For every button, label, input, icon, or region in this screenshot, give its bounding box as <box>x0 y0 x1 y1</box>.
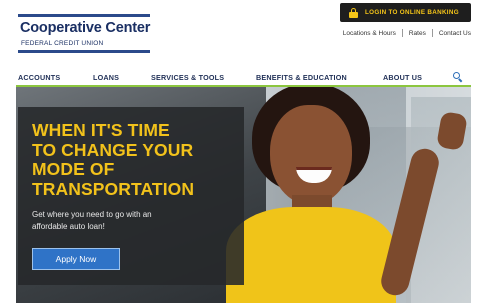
brand-name: Cooperative Center <box>20 20 151 36</box>
logo-bottom-bar <box>18 50 150 53</box>
divider <box>431 29 433 37</box>
nav-loans[interactable]: LOANS <box>93 73 119 82</box>
promo-panel: WHEN IT'S TIME TO CHANGE YOUR MODE OF TR… <box>18 107 244 285</box>
divider <box>401 29 403 37</box>
brand-subtitle: FEDERAL CREDIT UNION <box>21 40 104 47</box>
nav-accounts[interactable]: ACCOUNTS <box>18 73 60 82</box>
link-locations-hours[interactable]: Locations & Hours <box>343 30 396 37</box>
main-nav: ACCOUNTS LOANS SERVICES & TOOLS BENEFITS… <box>0 66 477 86</box>
apply-now-button[interactable]: Apply Now <box>32 248 120 270</box>
link-rates[interactable]: Rates <box>409 30 426 37</box>
login-label: LOGIN TO ONLINE BANKING <box>365 9 459 16</box>
logo-top-bar <box>18 14 150 17</box>
lock-icon <box>349 7 358 18</box>
hero-subtext: Get where you need to go with an afforda… <box>32 210 152 231</box>
nav-services-tools[interactable]: SERVICES & TOOLS <box>151 73 224 82</box>
utility-links: Locations & Hours Rates Contact Us <box>343 29 471 37</box>
nav-about-us[interactable]: ABOUT US <box>383 73 422 82</box>
nav-benefits-education[interactable]: BENEFITS & EDUCATION <box>256 73 347 82</box>
link-contact-us[interactable]: Contact Us <box>439 30 471 37</box>
brand-logo[interactable]: Cooperative Center FEDERAL CREDIT UNION <box>18 14 150 54</box>
search-icon[interactable] <box>453 72 463 83</box>
login-button[interactable]: LOGIN TO ONLINE BANKING <box>340 3 471 22</box>
hero-headline: WHEN IT'S TIME TO CHANGE YOUR MODE OF TR… <box>32 120 195 199</box>
hero-photo <box>204 87 471 303</box>
